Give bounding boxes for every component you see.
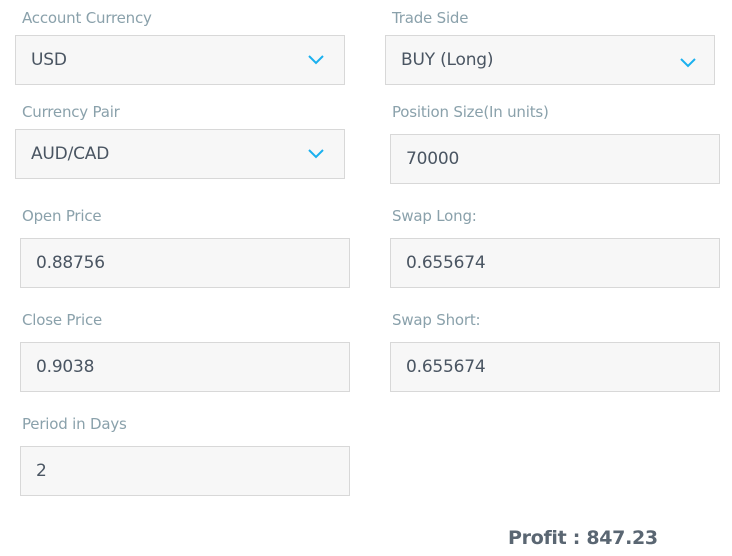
- period-days-label: Period in Days: [22, 415, 127, 433]
- account-currency-label: Account Currency: [22, 9, 152, 27]
- period-days-value: 2: [36, 461, 47, 481]
- trade-side-value: BUY (Long): [401, 50, 494, 70]
- account-currency-select[interactable]: USD: [15, 35, 345, 85]
- period-days-input[interactable]: 2: [20, 446, 350, 496]
- chevron-down-icon: [308, 55, 324, 65]
- close-price-input[interactable]: 0.9038: [20, 342, 350, 392]
- chevron-down-icon: [308, 149, 324, 159]
- close-price-label: Close Price: [22, 311, 103, 329]
- currency-pair-select[interactable]: AUD/CAD: [15, 129, 345, 179]
- trade-side-label: Trade Side: [392, 9, 469, 27]
- close-price-value: 0.9038: [36, 357, 95, 377]
- position-size-label: Position Size(In units): [392, 103, 549, 121]
- open-price-input[interactable]: 0.88756: [20, 238, 350, 288]
- chevron-down-icon: [680, 58, 696, 68]
- currency-pair-value: AUD/CAD: [31, 144, 110, 164]
- swap-long-input[interactable]: 0.655674: [390, 238, 720, 288]
- swap-long-value: 0.655674: [406, 253, 486, 273]
- account-currency-value: USD: [31, 50, 67, 70]
- swap-short-label: Swap Short:: [392, 311, 481, 329]
- trade-side-select[interactable]: BUY (Long): [385, 35, 715, 85]
- currency-pair-label: Currency Pair: [22, 103, 120, 121]
- swap-long-label: Swap Long:: [392, 207, 477, 225]
- position-size-input[interactable]: 70000: [390, 134, 720, 184]
- position-size-value: 70000: [406, 149, 460, 169]
- open-price-value: 0.88756: [36, 253, 105, 273]
- profit-result: Profit : 847.23: [508, 527, 658, 549]
- swap-short-value: 0.655674: [406, 357, 486, 377]
- swap-short-input[interactable]: 0.655674: [390, 342, 720, 392]
- open-price-label: Open Price: [22, 207, 102, 225]
